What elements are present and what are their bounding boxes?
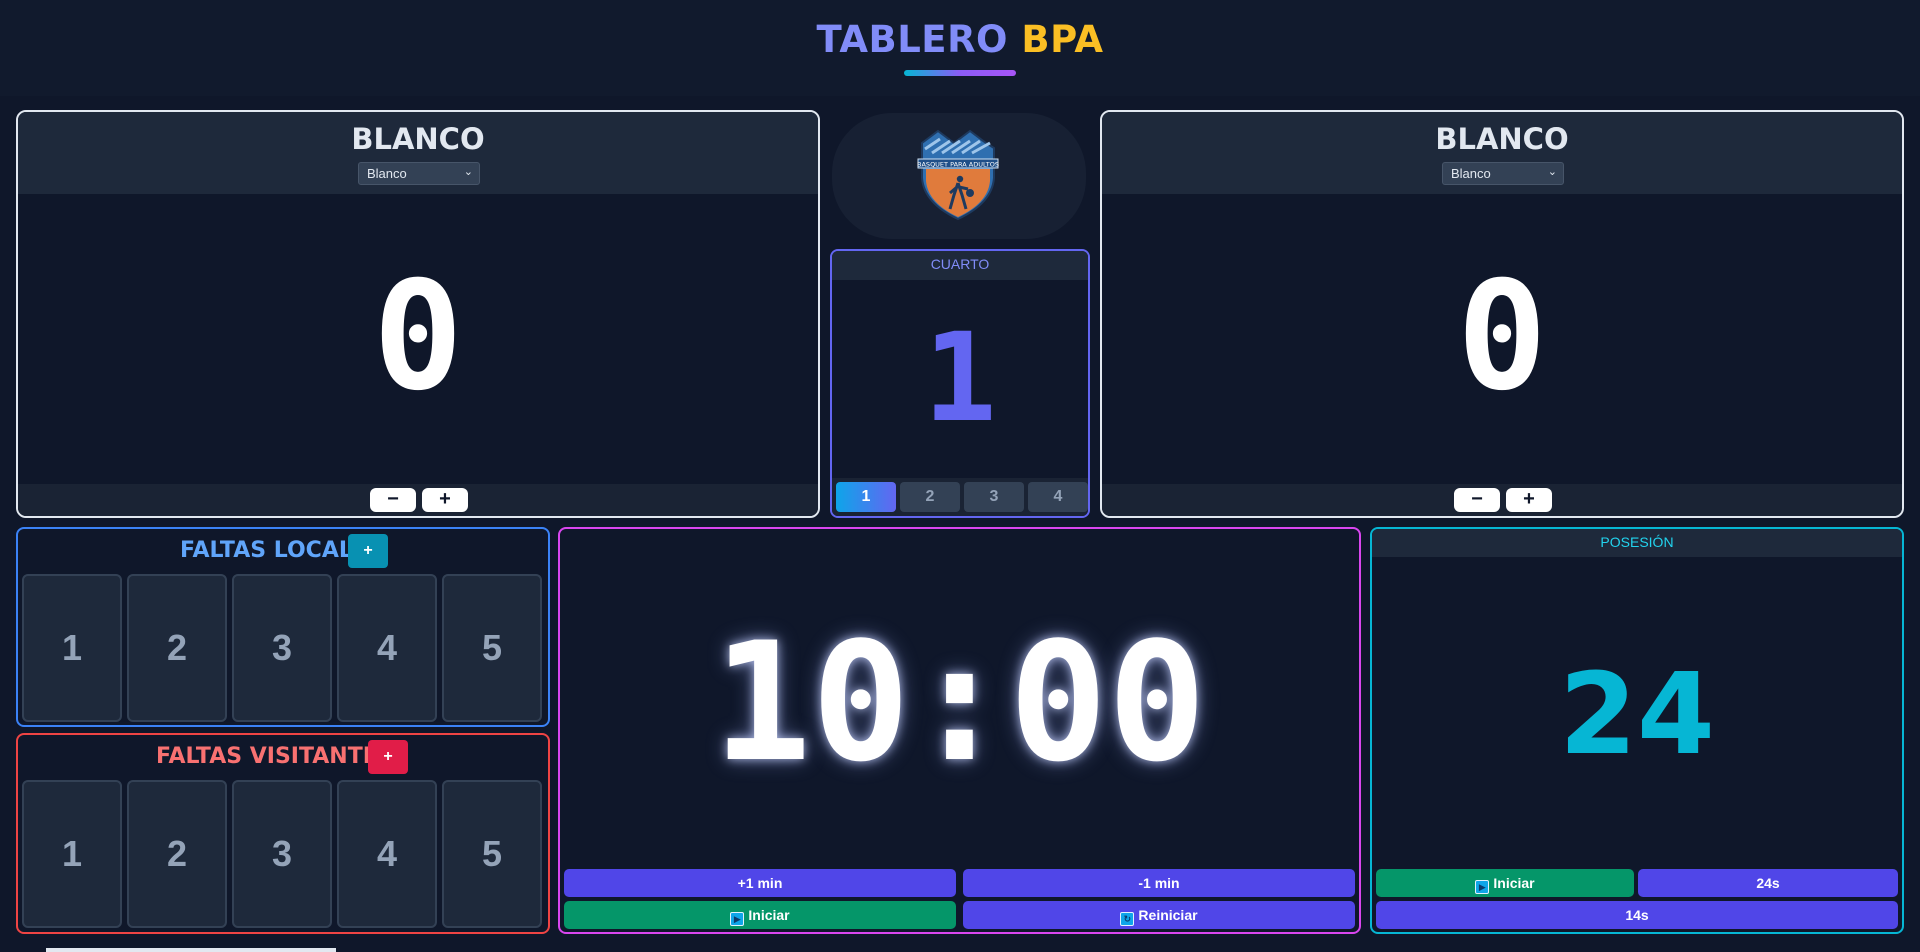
away-plus-button[interactable]: +: [1506, 488, 1552, 512]
svg-text:BASQUET PARA ADULTOS: BASQUET PARA ADULTOS: [917, 161, 999, 169]
foul-box-local-4[interactable]: 4: [337, 574, 437, 722]
quarter-panel: CUARTO 1 1 2 3 4: [830, 249, 1090, 518]
quarter-button-3[interactable]: 3: [964, 482, 1024, 512]
foul-box-visit-2[interactable]: 2: [127, 780, 227, 928]
home-minus-button[interactable]: −: [370, 488, 416, 512]
chevron-down-icon: ⌄: [1547, 166, 1557, 178]
quarter-label: CUARTO: [832, 251, 1088, 280]
home-team-header: BLANCO Blanco ⌄: [18, 112, 818, 194]
play-icon: ▶: [1475, 880, 1490, 894]
fouls-local-panel: FALTAS LOCAL + 1 2 3 4 5: [16, 527, 550, 727]
away-minus-button[interactable]: −: [1454, 488, 1500, 512]
title-underline: [904, 70, 1016, 76]
foul-box-visit-4[interactable]: 4: [337, 780, 437, 928]
play-icon: ▶: [730, 912, 745, 926]
home-team-panel: BLANCO Blanco ⌄ 0 − +: [16, 110, 820, 518]
away-team-header: BLANCO Blanco ⌄: [1102, 112, 1902, 194]
fouls-local-title: FALTAS LOCAL: [180, 538, 353, 563]
clock-start-label: Iniciar: [748, 907, 790, 923]
foul-box-visit-3[interactable]: 3: [232, 780, 332, 928]
clock-minus-minute-button[interactable]: -1 min: [963, 869, 1355, 897]
possession-reset-14-button[interactable]: 14s: [1376, 901, 1898, 929]
away-team-panel: BLANCO Blanco ⌄ 0 − +: [1100, 110, 1904, 518]
fouls-visit-add-button[interactable]: +: [368, 740, 408, 774]
home-score-controls: [18, 484, 818, 516]
title-main: TABLERO: [816, 18, 1009, 61]
clock-plus-minute-button[interactable]: +1 min: [564, 869, 956, 897]
fouls-visit-panel: FALTAS VISITANTE + 1 2 3 4 5: [16, 733, 550, 934]
title-accent: BPA: [1021, 18, 1104, 61]
quarter-button-4[interactable]: 4: [1028, 482, 1088, 512]
fouls-visit-title: FALTAS VISITANTE: [156, 744, 378, 769]
bpa-logo: BASQUET PARA ADULTOS: [917, 129, 999, 221]
home-team-name: BLANCO: [351, 122, 485, 156]
home-color-select[interactable]: Blanco ⌄: [358, 162, 480, 185]
header: TABLERO BPA: [0, 0, 1920, 96]
possession-start-label: Iniciar: [1493, 875, 1535, 891]
game-clock-time: 10:00: [712, 607, 1207, 798]
foul-box-visit-5[interactable]: 5: [442, 780, 542, 928]
away-color-select[interactable]: Blanco ⌄: [1442, 162, 1564, 185]
game-clock-panel: 10:00 +1 min -1 min ▶ Iniciar ↻ Reiniciar: [558, 527, 1361, 934]
logo-container: BASQUET PARA ADULTOS: [832, 113, 1086, 239]
possession-reset-24-button[interactable]: 24s: [1638, 869, 1898, 897]
possession-label: POSESIÓN: [1372, 529, 1902, 557]
quarter-button-1[interactable]: 1: [836, 482, 896, 512]
foul-box-local-3[interactable]: 3: [232, 574, 332, 722]
possession-value: 24: [1559, 650, 1715, 780]
foul-box-visit-1[interactable]: 1: [22, 780, 122, 928]
home-score: 0: [372, 250, 464, 424]
home-color-select-value: Blanco: [367, 166, 407, 181]
refresh-icon: ↻: [1120, 912, 1135, 926]
fouls-local-add-button[interactable]: +: [348, 534, 388, 568]
away-color-select-value: Blanco: [1451, 166, 1491, 181]
scrollbar[interactable]: [46, 948, 336, 952]
possession-panel: POSESIÓN 24 ▶ Iniciar 24s 14s: [1370, 527, 1904, 934]
page-title: TABLERO BPA: [0, 18, 1920, 61]
clock-reset-label: Reiniciar: [1138, 907, 1198, 923]
home-plus-button[interactable]: +: [422, 488, 468, 512]
chevron-down-icon: ⌄: [463, 166, 473, 178]
foul-box-local-5[interactable]: 5: [442, 574, 542, 722]
clock-reset-button[interactable]: ↻ Reiniciar: [963, 901, 1355, 929]
away-team-name: BLANCO: [1435, 122, 1569, 156]
quarter-button-2[interactable]: 2: [900, 482, 960, 512]
away-score-controls: [1102, 484, 1902, 516]
clock-start-button[interactable]: ▶ Iniciar: [564, 901, 956, 929]
foul-box-local-1[interactable]: 1: [22, 574, 122, 722]
possession-start-button[interactable]: ▶ Iniciar: [1376, 869, 1634, 897]
quarter-value: 1: [923, 307, 997, 449]
away-score: 0: [1456, 250, 1548, 424]
foul-box-local-2[interactable]: 2: [127, 574, 227, 722]
